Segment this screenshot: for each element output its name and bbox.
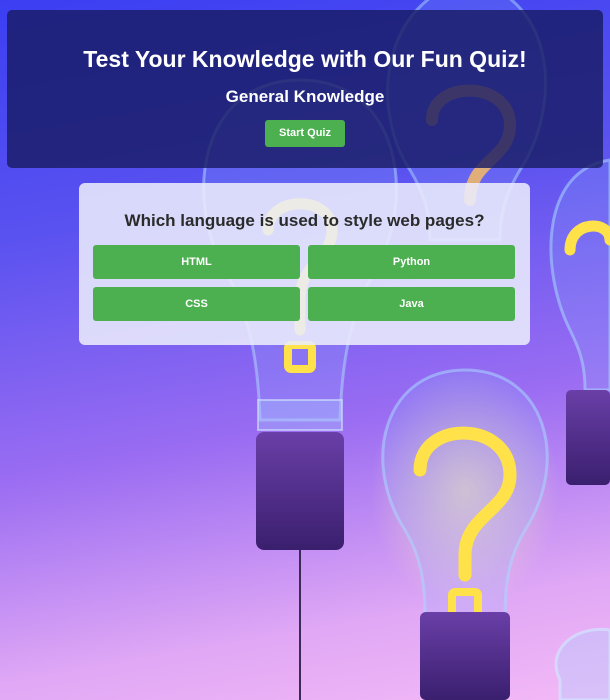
answer-options: HTML Python CSS Java (93, 245, 516, 321)
page-title: Test Your Knowledge with Our Fun Quiz! (83, 46, 527, 72)
answer-button-java[interactable]: Java (308, 287, 515, 321)
lightbulb-icon (549, 158, 610, 485)
answer-button-python[interactable]: Python (308, 245, 515, 279)
header-panel: Test Your Knowledge with Our Fun Quiz! G… (7, 10, 603, 168)
quiz-page: Test Your Knowledge with Our Fun Quiz! G… (0, 0, 610, 700)
answer-button-css[interactable]: CSS (93, 287, 300, 321)
start-quiz-button[interactable]: Start Quiz (265, 120, 345, 147)
lightbulb-icon (554, 627, 610, 700)
quiz-category: General Knowledge (225, 87, 385, 106)
lightbulb-icon (202, 78, 398, 700)
answer-button-html[interactable]: HTML (93, 245, 300, 279)
lightbulb-icon (370, 368, 560, 700)
question-text: Which language is used to style web page… (124, 211, 485, 230)
question-card: Which language is used to style web page… (79, 183, 530, 345)
